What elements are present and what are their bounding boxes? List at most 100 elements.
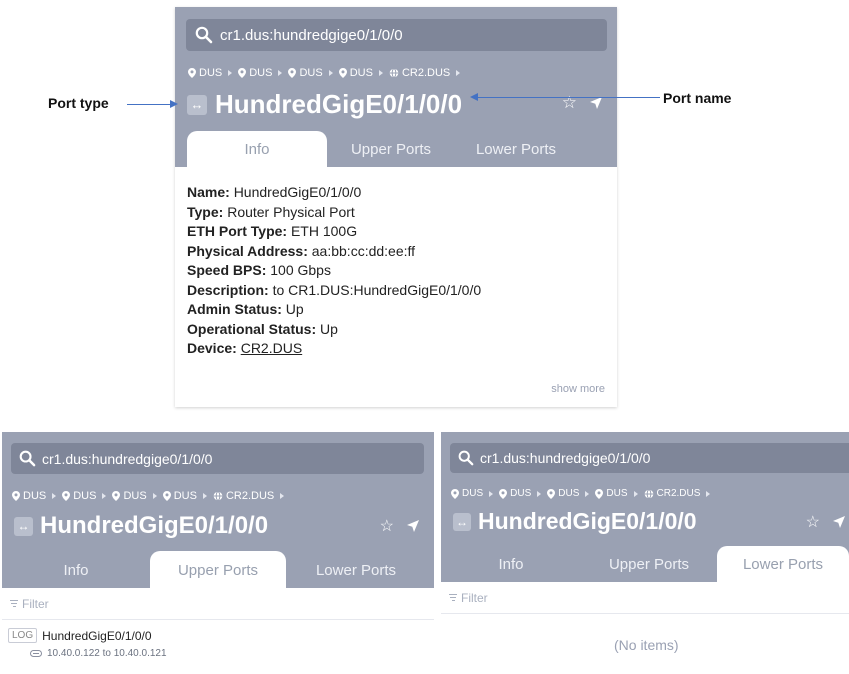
search-bar[interactable]: cr1.dus:hundredgige0/1/0/0 (450, 443, 849, 473)
location-pin-icon (547, 488, 556, 499)
annotation-port-type: Port type (48, 95, 109, 111)
filter-icon (10, 598, 18, 609)
navigate-arrow-icon[interactable] (832, 515, 846, 529)
filter-icon (449, 592, 457, 603)
breadcrumb-item[interactable]: DUS (547, 488, 579, 499)
tab-lower-ports[interactable]: Lower Ports (455, 131, 577, 167)
breadcrumb-item[interactable]: DUS (451, 488, 483, 499)
breadcrumb-item[interactable]: DUS (162, 490, 197, 502)
breadcrumb-separator (152, 493, 157, 499)
search-input[interactable]: cr1.dus:hundredgige0/1/0/0 (480, 450, 650, 466)
breadcrumb-separator (328, 70, 333, 76)
breadcrumb-separator (202, 493, 207, 499)
port-panel-upper-ports: cr1.dus:hundredgige0/1/0/0 DUS DUS DUS D… (2, 432, 434, 674)
breadcrumb-separator (102, 493, 107, 499)
info-row-description: Description: to CR1.DUS:HundredGigE0/1/0… (187, 281, 482, 298)
location-pin-icon (595, 488, 604, 499)
annotation-port-name: Port name (663, 90, 732, 106)
globe-icon (644, 488, 653, 499)
star-icon[interactable]: ☆ (806, 512, 820, 532)
info-row-admin-status: Admin Status: Up (187, 301, 304, 317)
tab-bar: Info Upper Ports Lower Ports (2, 551, 434, 588)
location-pin-icon (162, 491, 171, 501)
breadcrumb-separator (228, 70, 233, 76)
info-row-physical-address: Physical Address: aa:bb:cc:dd:ee:ff (187, 242, 416, 259)
port-type-icon: ↔ (453, 512, 471, 531)
title-actions: ☆ (806, 512, 846, 532)
list-item[interactable]: LOG HundredGigE0/1/0/0 10.40.0.122 to 10… (8, 628, 428, 659)
breadcrumb-separator (278, 70, 283, 76)
search-icon (195, 26, 213, 44)
location-pin-icon (62, 491, 71, 501)
tab-info[interactable]: Info (2, 551, 150, 588)
title-row: ↔ HundredGigE0/1/0/0 (187, 89, 462, 120)
title-row: ↔ HundredGigE0/1/0/0 (453, 508, 697, 535)
info-row-operational-status: Operational Status: Up (187, 320, 338, 337)
location-pin-icon (338, 68, 347, 78)
breadcrumb-separator (378, 70, 383, 76)
navigate-arrow-icon[interactable] (589, 96, 603, 110)
filter-input[interactable]: Filter (461, 591, 488, 605)
panel-header: cr1.dus:hundredgige0/1/0/0 DUS DUS DUS D… (2, 432, 434, 588)
show-more-link[interactable]: show more (551, 383, 605, 395)
port-type-arrow (127, 104, 172, 105)
empty-state: (No items) (614, 637, 679, 653)
breadcrumb-item[interactable]: CR2.DUS (213, 490, 274, 502)
upper-port-name: HundredGigE0/1/0/0 (42, 628, 152, 643)
breadcrumb-item[interactable]: DUS (62, 490, 96, 502)
panel-header: cr1.dus:hundredgige0/1/0/0 DUS DUS DUS D… (441, 432, 849, 582)
breadcrumb-separator (585, 490, 590, 497)
port-type-icon: ↔ (187, 94, 207, 115)
location-pin-icon (238, 68, 247, 78)
tab-lower-ports[interactable]: Lower Ports (717, 546, 849, 582)
breadcrumb-item[interactable]: DUS (238, 67, 272, 79)
breadcrumb-item[interactable]: CR2.DUS (644, 488, 700, 499)
title-actions: ☆ (380, 516, 420, 536)
breadcrumb-item[interactable]: DUS (499, 488, 531, 499)
search-input[interactable]: cr1.dus:hundredgige0/1/0/0 (220, 27, 403, 44)
search-bar[interactable]: cr1.dus:hundredgige0/1/0/0 (186, 19, 607, 51)
search-bar[interactable]: cr1.dus:hundredgige0/1/0/0 (11, 443, 424, 474)
device-link[interactable]: CR2.DUS (241, 340, 302, 356)
port-title: HundredGigE0/1/0/0 (478, 508, 697, 534)
breadcrumb-item[interactable]: DUS (595, 488, 628, 499)
info-list: Name: HundredGigE0/1/0/0 Type: Router Ph… (187, 183, 481, 359)
tab-upper-ports[interactable]: Upper Ports (327, 131, 455, 167)
breadcrumb: DUS DUS DUS DUS CR2.DUS (188, 67, 466, 79)
breadcrumb-item[interactable]: DUS (112, 490, 147, 502)
breadcrumb-item[interactable]: DUS (188, 67, 222, 79)
tab-info[interactable]: Info (187, 131, 327, 167)
info-row-name: Name: HundredGigE0/1/0/0 (187, 184, 362, 200)
location-pin-icon (188, 68, 196, 78)
arrow-head-left-icon (470, 93, 478, 101)
breadcrumb-item[interactable]: DUS (338, 67, 373, 79)
navigate-arrow-icon[interactable] (406, 519, 420, 533)
port-panel-lower-ports: cr1.dus:hundredgige0/1/0/0 DUS DUS DUS D… (441, 432, 849, 674)
breadcrumb-item[interactable]: DUS (288, 67, 323, 79)
arrow-head-right-icon (170, 100, 178, 108)
port-title: HundredGigE0/1/0/0 (40, 512, 269, 539)
search-icon (19, 450, 36, 467)
tab-upper-ports[interactable]: Upper Ports (581, 546, 717, 582)
breadcrumb-item[interactable]: DUS (12, 490, 46, 502)
star-icon[interactable]: ☆ (562, 93, 577, 113)
globe-icon (389, 68, 399, 78)
search-input[interactable]: cr1.dus:hundredgige0/1/0/0 (42, 451, 212, 467)
location-pin-icon (499, 488, 508, 499)
panel-header: cr1.dus:hundredgige0/1/0/0 DUS DUS DUS D… (175, 7, 617, 167)
breadcrumb: DUS DUS DUS DUS CR2.DUS (12, 490, 290, 502)
breadcrumb-item[interactable]: CR2.DUS (389, 67, 450, 79)
info-row-eth-port-type: ETH Port Type: ETH 100G (187, 223, 358, 239)
star-icon[interactable]: ☆ (380, 516, 394, 536)
status-badge: LOG (8, 628, 38, 643)
tab-lower-ports[interactable]: Lower Ports (286, 551, 426, 588)
filter-row[interactable]: Filter (2, 588, 434, 620)
breadcrumb-separator (280, 493, 285, 499)
port-type-icon: ↔ (14, 516, 33, 536)
filter-row[interactable]: Filter (441, 582, 849, 614)
tab-info[interactable]: Info (441, 546, 581, 582)
breadcrumb-separator (633, 490, 638, 497)
globe-icon (213, 491, 223, 501)
filter-input[interactable]: Filter (22, 597, 49, 611)
tab-upper-ports[interactable]: Upper Ports (150, 551, 286, 588)
